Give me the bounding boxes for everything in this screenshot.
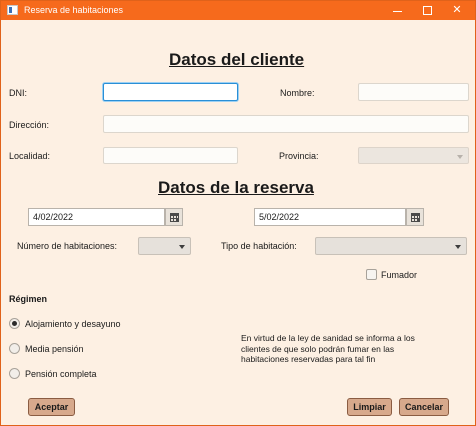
- cliente-heading: Datos del cliente: [169, 50, 305, 69]
- regimen-label-media: Media pensión: [25, 344, 84, 354]
- aceptar-button[interactable]: Aceptar: [28, 398, 75, 416]
- localidad-label: Localidad:: [9, 151, 51, 161]
- nombre-field[interactable]: [358, 83, 469, 101]
- provincia-select[interactable]: [358, 147, 469, 164]
- regimen-radio-media[interactable]: [9, 343, 20, 354]
- chevron-down-icon: [455, 245, 461, 249]
- fumador-label: Fumador: [381, 270, 418, 280]
- close-icon[interactable]: ✕: [442, 1, 472, 20]
- chevron-down-icon: [179, 245, 185, 249]
- window-title: Reserva de habitaciones: [24, 5, 124, 15]
- tipo-habitacion-label: Tipo de habitación:: [221, 241, 297, 251]
- dni-field[interactable]: [103, 83, 238, 101]
- regimen-label-alojamiento: Alojamiento y desayuno: [25, 319, 121, 329]
- num-habitaciones-label: Número de habitaciones:: [17, 241, 118, 251]
- fecha-salida-field[interactable]: 5/02/2022: [254, 208, 406, 226]
- fumador-checkbox[interactable]: [366, 269, 377, 280]
- localidad-field[interactable]: [103, 147, 238, 164]
- app-window: Reserva de habitaciones ✕ Datos del clie…: [0, 0, 476, 426]
- nombre-label: Nombre:: [280, 88, 315, 98]
- limpiar-button[interactable]: Limpiar: [347, 398, 392, 416]
- regimen-radio-alojamiento[interactable]: [9, 318, 20, 329]
- provincia-label: Provincia:: [279, 151, 319, 161]
- direccion-field[interactable]: [103, 115, 469, 133]
- cancelar-button[interactable]: Cancelar: [399, 398, 449, 416]
- dni-label: DNI:: [9, 88, 27, 98]
- num-habitaciones-select[interactable]: [138, 237, 191, 255]
- minimize-icon[interactable]: [382, 1, 412, 20]
- fecha-entrada-field[interactable]: 4/02/2022: [28, 208, 165, 226]
- regimen-radio-completa[interactable]: [9, 368, 20, 379]
- calendar-icon[interactable]: [165, 208, 183, 226]
- calendar-icon[interactable]: [406, 208, 424, 226]
- regimen-label-completa: Pensión completa: [25, 369, 97, 379]
- title-bar[interactable]: Reserva de habitaciones ✕: [1, 1, 475, 20]
- tipo-habitacion-select[interactable]: [315, 237, 467, 255]
- maximize-icon[interactable]: [412, 1, 442, 20]
- reserva-heading: Datos de la reserva: [158, 178, 314, 197]
- direccion-label: Dirección:: [9, 120, 50, 130]
- chevron-down-icon: [457, 155, 463, 159]
- regimen-heading: Régimen: [9, 294, 48, 304]
- app-icon: [7, 5, 18, 15]
- info-text: En virtud de la ley de sanidad se inform…: [241, 333, 415, 364]
